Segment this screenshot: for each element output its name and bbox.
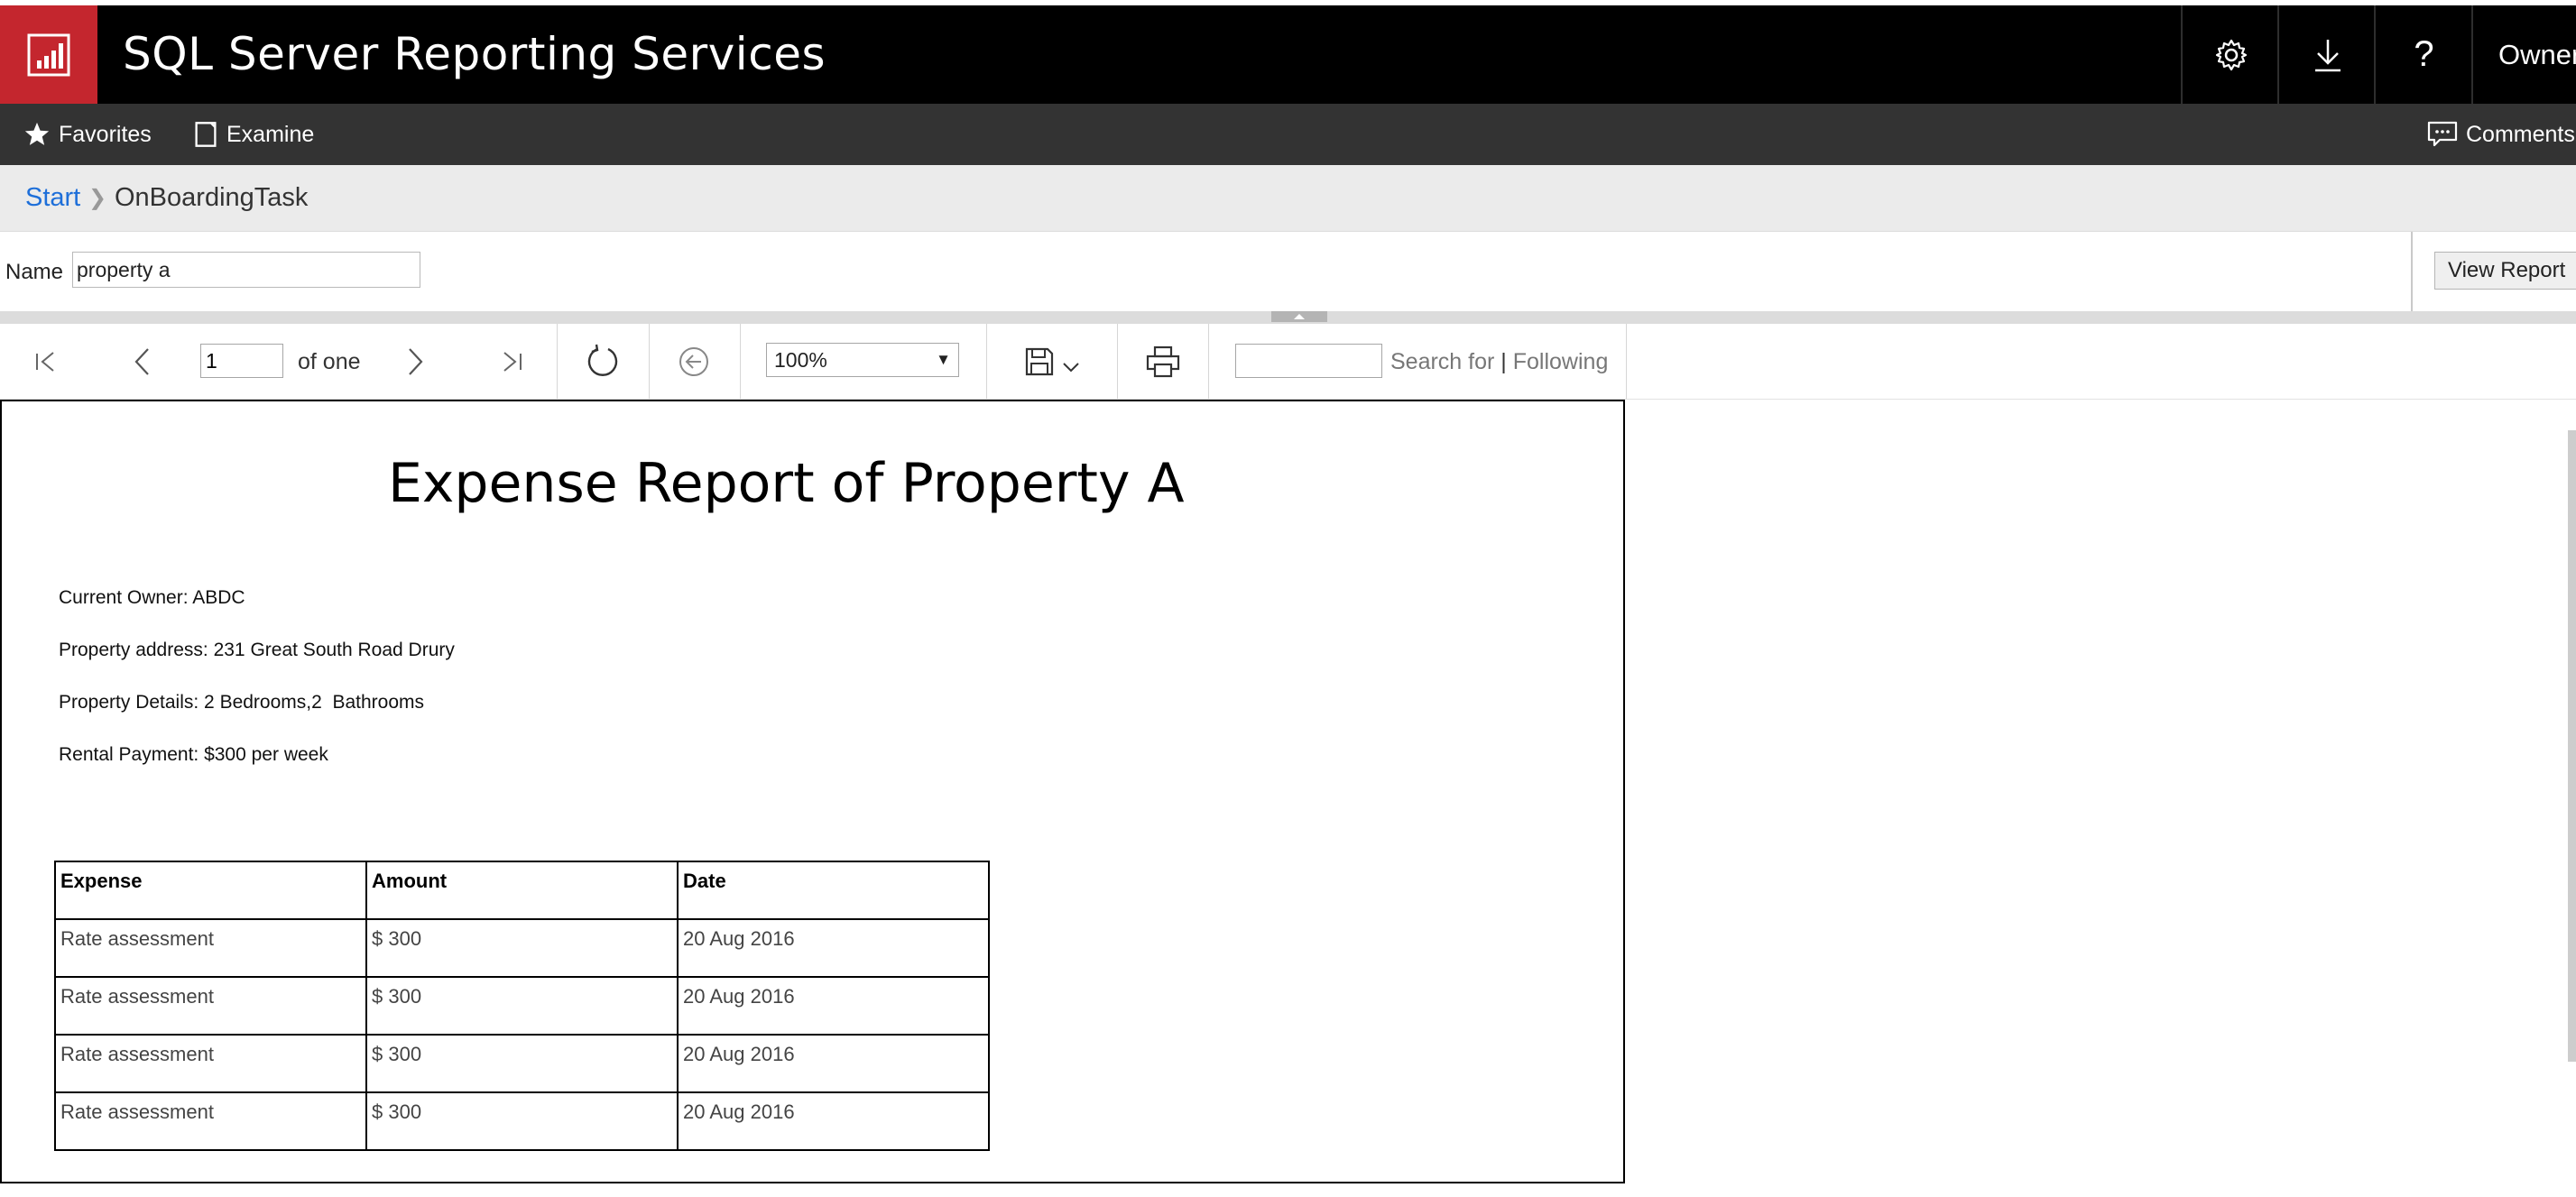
date-cell: 20 Aug 2016 xyxy=(677,1034,990,1093)
table-row: Rate assessment $ 300 20 Aug 2016 xyxy=(54,918,990,978)
report-bar-chart-icon[interactable] xyxy=(0,5,97,104)
find-separator: | xyxy=(1500,349,1513,374)
caret-up-icon xyxy=(1294,314,1305,319)
breadcrumb: Start ❯ OnBoardingTask xyxy=(0,165,2576,231)
star-icon xyxy=(24,122,50,145)
back-to-parent-button[interactable] xyxy=(673,324,715,400)
chevron-right-icon xyxy=(409,348,423,375)
breadcrumb-current: OnBoardingTask xyxy=(115,183,309,212)
document-edit-icon xyxy=(195,122,217,147)
back-arrow-circle-icon xyxy=(679,347,708,376)
name-parameter-input[interactable] xyxy=(72,252,420,288)
top-header-bar: SQL Server Reporting Services ? Owner xyxy=(0,5,2576,104)
current-page-input[interactable] xyxy=(200,344,283,378)
table-header-row: Expense Amount Date xyxy=(54,861,990,920)
page-count-label: of one xyxy=(298,349,361,374)
first-page-icon xyxy=(36,352,54,372)
zoom-select[interactable]: 100% ▼ xyxy=(766,343,959,377)
dropdown-caret-icon: ▼ xyxy=(936,351,951,368)
examine-label: Examine xyxy=(226,121,315,147)
column-header-expense: Expense xyxy=(54,861,367,920)
expense-cell: Rate assessment xyxy=(54,1091,367,1151)
parameter-splitter xyxy=(0,311,2576,324)
last-page-button[interactable] xyxy=(491,324,532,400)
first-page-button[interactable] xyxy=(25,324,67,400)
amount-cell: $ 300 xyxy=(365,976,679,1036)
column-header-amount: Amount xyxy=(365,861,679,920)
toolbar-separator xyxy=(1117,324,1118,400)
toolbar-separator xyxy=(557,324,558,400)
user-menu-button[interactable]: Owner xyxy=(2471,5,2576,104)
comments-button[interactable]: Comments xyxy=(2427,104,2575,165)
settings-button[interactable] xyxy=(2181,5,2279,104)
refresh-icon xyxy=(587,344,618,376)
date-cell: 20 Aug 2016 xyxy=(677,1091,990,1151)
comments-label: Comments xyxy=(2466,121,2575,147)
breadcrumb-start-link[interactable]: Start xyxy=(25,165,80,231)
parameter-divider xyxy=(2411,232,2413,312)
view-report-button[interactable]: View Report xyxy=(2434,252,2576,290)
refresh-button[interactable] xyxy=(580,324,625,400)
vertical-scrollbar[interactable] xyxy=(2568,430,2576,1062)
help-button[interactable]: ? xyxy=(2374,5,2472,104)
date-cell: 20 Aug 2016 xyxy=(677,918,990,978)
chevron-right-icon: ❯ xyxy=(88,186,107,210)
printer-icon xyxy=(1146,345,1180,378)
download-icon xyxy=(2314,39,2341,71)
expense-cell: Rate assessment xyxy=(54,976,367,1036)
amount-cell: $ 300 xyxy=(365,918,679,978)
toolbar-separator xyxy=(1208,324,1209,400)
save-disk-icon xyxy=(1025,347,1054,376)
expense-cell: Rate assessment xyxy=(54,1034,367,1093)
amount-cell: $ 300 xyxy=(365,1034,679,1093)
rental-payment-line: Rental Payment: $300 per week xyxy=(59,744,328,765)
chevron-left-icon xyxy=(134,348,149,375)
toolbar-separator xyxy=(740,324,741,400)
date-cell: 20 Aug 2016 xyxy=(677,976,990,1036)
comment-icon xyxy=(2427,121,2458,147)
previous-page-button[interactable] xyxy=(122,324,163,400)
examine-button[interactable]: Examine xyxy=(193,104,314,165)
secondary-toolbar: Favorites Examine Comments xyxy=(0,104,2576,165)
toolbar-separator xyxy=(649,324,650,400)
parameter-panel: Name View Report xyxy=(0,231,2576,312)
export-button[interactable] xyxy=(1018,324,1086,400)
app-title[interactable]: SQL Server Reporting Services xyxy=(123,5,826,104)
favorites-button[interactable]: Favorites xyxy=(23,104,152,165)
last-page-icon xyxy=(503,352,522,372)
report-viewer-toolbar: of one 100% ▼ xyxy=(0,324,1627,400)
name-parameter-label: Name xyxy=(5,260,64,284)
gear-icon xyxy=(2215,39,2247,70)
collapse-parameters-handle[interactable] xyxy=(1271,311,1327,322)
chevron-down-icon xyxy=(1063,363,1079,373)
property-address-line: Property address: 231 Great South Road D… xyxy=(59,640,455,660)
find-link[interactable]: Search for xyxy=(1390,349,1494,374)
find-next-link[interactable]: Following xyxy=(1513,349,1609,374)
table-row: Rate assessment $ 300 20 Aug 2016 xyxy=(54,1034,990,1093)
amount-cell: $ 300 xyxy=(365,1091,679,1151)
property-details-line: Property Details: 2 Bedrooms,2 Bathrooms xyxy=(59,692,425,713)
table-row: Rate assessment $ 300 20 Aug 2016 xyxy=(54,1091,990,1151)
print-button[interactable] xyxy=(1140,324,1186,400)
table-row: Rate assessment $ 300 20 Aug 2016 xyxy=(54,976,990,1036)
toolbar-separator xyxy=(986,324,987,400)
current-owner-line: Current Owner: ABDC xyxy=(59,587,245,608)
user-name: Owner xyxy=(2498,39,2576,70)
find-controls: Search for | Following xyxy=(1390,324,1608,400)
favorites-label: Favorites xyxy=(59,121,152,147)
column-header-date: Date xyxy=(677,861,990,920)
expense-table: Expense Amount Date Rate assessment $ 30… xyxy=(54,861,990,1151)
help-question-icon: ? xyxy=(2414,34,2434,74)
download-button[interactable] xyxy=(2277,5,2376,104)
find-text-input[interactable] xyxy=(1235,344,1382,378)
zoom-value: 100% xyxy=(774,348,827,372)
report-title: Expense Report of Property A xyxy=(388,452,1185,515)
next-page-button[interactable] xyxy=(394,324,436,400)
expense-cell: Rate assessment xyxy=(54,918,367,978)
